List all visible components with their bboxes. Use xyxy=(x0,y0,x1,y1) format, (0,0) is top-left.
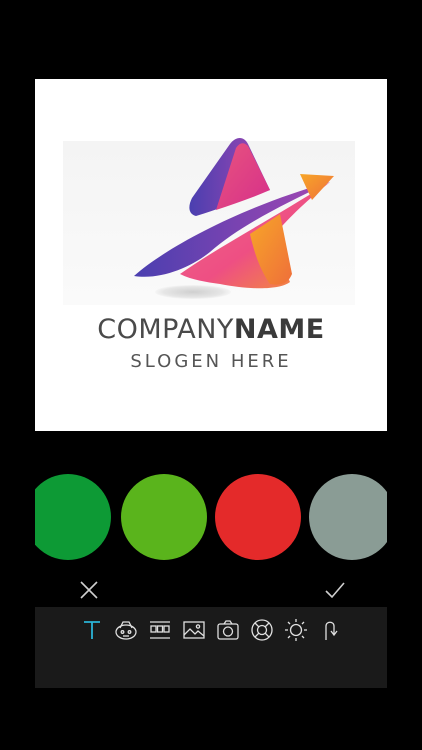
swatch-gray[interactable] xyxy=(309,474,387,560)
company-name-bold: NAME xyxy=(233,314,325,345)
bottom-toolbar xyxy=(35,607,387,688)
swatch-dark-green[interactable] xyxy=(35,474,111,560)
slogan-text[interactable]: SLOGEN HERE xyxy=(35,351,387,372)
company-name-light: COMPANY xyxy=(97,314,234,345)
close-icon[interactable] xyxy=(78,579,100,601)
text-icon[interactable] xyxy=(80,618,104,642)
color-swatch-row[interactable] xyxy=(35,473,387,561)
brightness-icon[interactable] xyxy=(284,618,308,642)
image-icon[interactable] xyxy=(182,618,206,642)
undo-icon[interactable] xyxy=(318,618,342,642)
layout-icon[interactable] xyxy=(148,618,172,642)
lifebuoy-icon[interactable] xyxy=(250,618,274,642)
company-logo-mark[interactable] xyxy=(130,134,340,294)
company-name-text[interactable]: COMPANYNAME xyxy=(35,314,387,345)
sticker-icon[interactable] xyxy=(114,618,138,642)
swatch-red[interactable] xyxy=(215,474,301,560)
design-canvas[interactable]: COMPANYNAME SLOGEN HERE xyxy=(35,79,387,431)
camera-icon[interactable] xyxy=(216,618,240,642)
swatch-lime-green[interactable] xyxy=(121,474,207,560)
checkmark-icon[interactable] xyxy=(324,579,346,601)
